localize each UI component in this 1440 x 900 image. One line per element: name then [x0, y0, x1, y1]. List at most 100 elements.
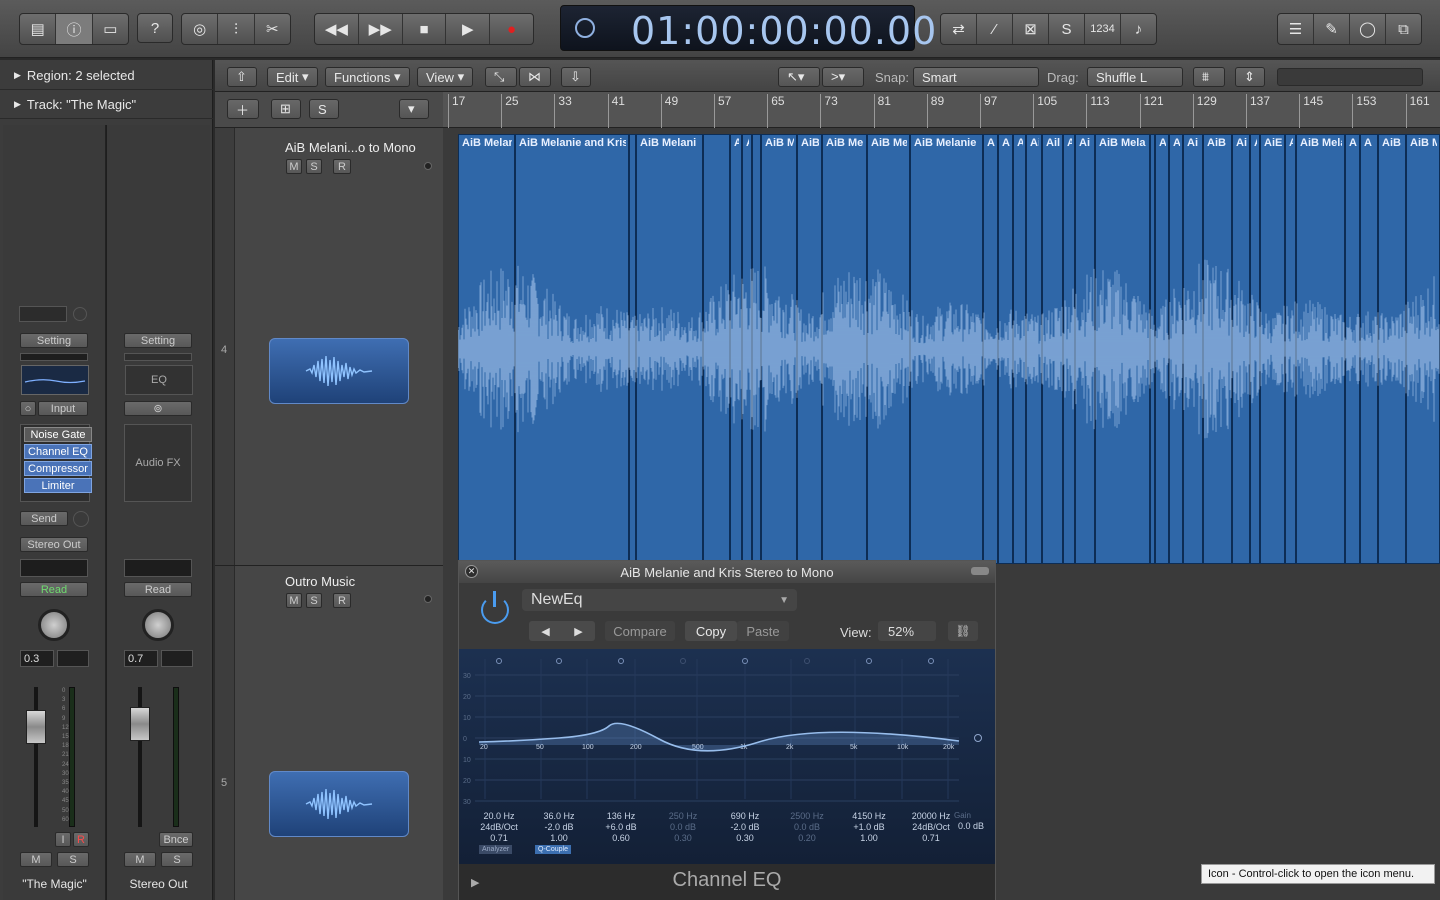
band-parameter[interactable]: 250 Hz 0.0 dB 0.30: [657, 811, 709, 844]
audio-region[interactable]: Ai: [1183, 134, 1203, 564]
edit-menu[interactable]: Edit ▾: [267, 67, 318, 87]
disclosure-triangle-icon[interactable]: ▶: [14, 70, 21, 81]
view-zoom-select[interactable]: 52%: [878, 621, 936, 641]
record-icon[interactable]: ●: [490, 14, 533, 44]
loop-browser-icon[interactable]: ◯: [1350, 14, 1386, 44]
cycle-icon[interactable]: ⇄: [941, 14, 977, 44]
audio-region[interactable]: AiB Melanie: [910, 134, 983, 564]
audio-region[interactable]: AiB Mela: [1095, 134, 1150, 564]
bar-ruler[interactable]: 17 25 33 41 49 57 65 73 81 89 97 105 113 121 129 137 145…: [443, 92, 1440, 128]
audio-region[interactable]: AiB: [797, 134, 822, 564]
band-handle[interactable]: [804, 658, 810, 664]
band-handle[interactable]: [680, 658, 686, 664]
audio-region[interactable]: A: [1250, 134, 1260, 564]
audio-region[interactable]: AiB Melanie and Kris: [515, 134, 629, 564]
setting-button[interactable]: Setting: [20, 333, 88, 348]
audio-region[interactable]: Ai: [1232, 134, 1250, 564]
volume-fader[interactable]: [26, 710, 46, 744]
preset-select[interactable]: NewEq ▼: [522, 589, 797, 611]
bounce-button[interactable]: Bnce: [159, 832, 193, 847]
audio-region[interactable]: A: [742, 134, 752, 564]
notepad-icon[interactable]: ✎: [1314, 14, 1350, 44]
track-inspector-header[interactable]: ▶ Track: "The Magic": [0, 91, 213, 119]
list-editors-icon[interactable]: ☰: [1278, 14, 1314, 44]
view-menu[interactable]: View ▾: [417, 67, 474, 87]
count-in-button[interactable]: 1234: [1085, 14, 1121, 44]
region-inspector-header[interactable]: ▶ Region: 2 selected: [0, 62, 213, 90]
vertical-zoom-icon[interactable]: ⇕: [1235, 67, 1265, 87]
audio-fx-slot[interactable]: Audio FX: [124, 424, 192, 502]
catch-icon[interactable]: ⤡: [485, 67, 517, 87]
plugin-titlebar[interactable]: ✕ AiB Melanie and Kris Stereo to Mono: [459, 561, 995, 583]
paste-button[interactable]: Paste: [737, 621, 789, 641]
mixer-icon[interactable]: ⫶: [218, 14, 255, 44]
track-mute-button[interactable]: M: [286, 593, 302, 608]
audio-region[interactable]: AiE: [1260, 134, 1285, 564]
track-name[interactable]: AiB Melani...o to Mono: [285, 140, 416, 155]
solo-button[interactable]: S: [57, 852, 89, 867]
editors-icon[interactable]: ✂: [255, 14, 290, 44]
send-button[interactable]: Send: [20, 511, 68, 526]
inspector-icon[interactable]: ⓘ: [56, 14, 93, 44]
waveform-zoom-icon[interactable]: ⩩: [1193, 67, 1225, 87]
band-parameter[interactable]: 136 Hz +6.0 dB 0.60: [595, 811, 647, 844]
previous-preset-icon[interactable]: ◀: [529, 621, 562, 641]
group-slot[interactable]: [124, 559, 192, 577]
audio-region[interactable]: A: [998, 134, 1013, 564]
volume-fader[interactable]: [130, 707, 150, 741]
plugin-slot[interactable]: Noise Gate: [24, 427, 92, 442]
mute-button[interactable]: M: [124, 852, 156, 867]
snap-select[interactable]: Smart: [913, 67, 1039, 87]
band-handle[interactable]: [928, 658, 934, 664]
input-monitor-button[interactable]: I: [55, 832, 71, 847]
band-parameter[interactable]: 20000 Hz 24dB/Oct 0.71: [905, 811, 957, 844]
track-record-button[interactable]: R: [333, 593, 351, 608]
autopunch-icon[interactable]: ⊠: [1013, 14, 1049, 44]
stop-icon[interactable]: ■: [403, 14, 447, 44]
disclosure-triangle-icon[interactable]: ▶: [14, 99, 21, 110]
audio-region[interactable]: [703, 134, 730, 564]
next-preset-icon[interactable]: ▶: [562, 621, 595, 641]
audio-region[interactable]: AiB I: [1203, 134, 1232, 564]
input-monitor-icon[interactable]: [73, 307, 87, 321]
solo-icon[interactable]: S: [1049, 14, 1085, 44]
band-parameter[interactable]: 4150 Hz +1.0 dB 1.00: [843, 811, 895, 844]
gain-value[interactable]: 0.0 dB: [958, 821, 984, 831]
pointer-tool-icon[interactable]: ↖▾: [778, 67, 820, 87]
audio-region[interactable]: AiB: [1378, 134, 1406, 564]
audio-region[interactable]: A: [1155, 134, 1169, 564]
channel-name[interactable]: Stereo Out: [107, 877, 210, 891]
band-handle[interactable]: [618, 658, 624, 664]
drag-select[interactable]: Shuffle L: [1087, 67, 1183, 87]
audio-region[interactable]: Ai: [1075, 134, 1095, 564]
track-icon[interactable]: [269, 338, 409, 404]
audio-region[interactable]: Ail: [730, 134, 742, 564]
q-couple-button[interactable]: Q-Couple: [535, 845, 571, 854]
eq-graph[interactable]: 302010010203020501002005001k2k5k10k20k 2…: [459, 649, 995, 864]
copy-button[interactable]: Copy: [685, 621, 737, 641]
audio-region[interactable]: A: [1360, 134, 1378, 564]
audio-region[interactable]: A: [1169, 134, 1183, 564]
audio-region[interactable]: AiB M: [761, 134, 797, 564]
audio-region[interactable]: AiB M: [1406, 134, 1440, 564]
band-parameter[interactable]: 20.0 Hz 24dB/Oct 0.71: [473, 811, 525, 844]
eq-thumbnail[interactable]: [21, 365, 89, 395]
go-up-icon[interactable]: ⇧: [227, 67, 257, 87]
audio-region[interactable]: AiB Me: [822, 134, 867, 564]
track-name[interactable]: Outro Music: [285, 574, 355, 589]
track-mute-button[interactable]: M: [286, 159, 302, 174]
solo-button[interactable]: S: [161, 852, 193, 867]
close-icon[interactable]: ✕: [465, 565, 478, 578]
play-icon[interactable]: ▶: [446, 14, 491, 44]
eq-curve-canvas[interactable]: 302010010203020501002005001k2k5k10k20k: [459, 649, 995, 809]
lcd-display[interactable]: 01:00:00:00.00: [560, 5, 936, 53]
audio-region[interactable]: [629, 134, 636, 564]
add-track-icon[interactable]: ＋: [227, 99, 259, 119]
audio-region[interactable]: A: [1013, 134, 1026, 564]
audio-region[interactable]: [752, 134, 761, 564]
smart-controls-icon[interactable]: ◎: [182, 14, 219, 44]
library-icon[interactable]: ▤: [20, 14, 57, 44]
collapse-icon[interactable]: [971, 567, 989, 575]
automation-mode-button[interactable]: Read: [20, 582, 88, 597]
automation-mode-button[interactable]: Read: [124, 582, 192, 597]
